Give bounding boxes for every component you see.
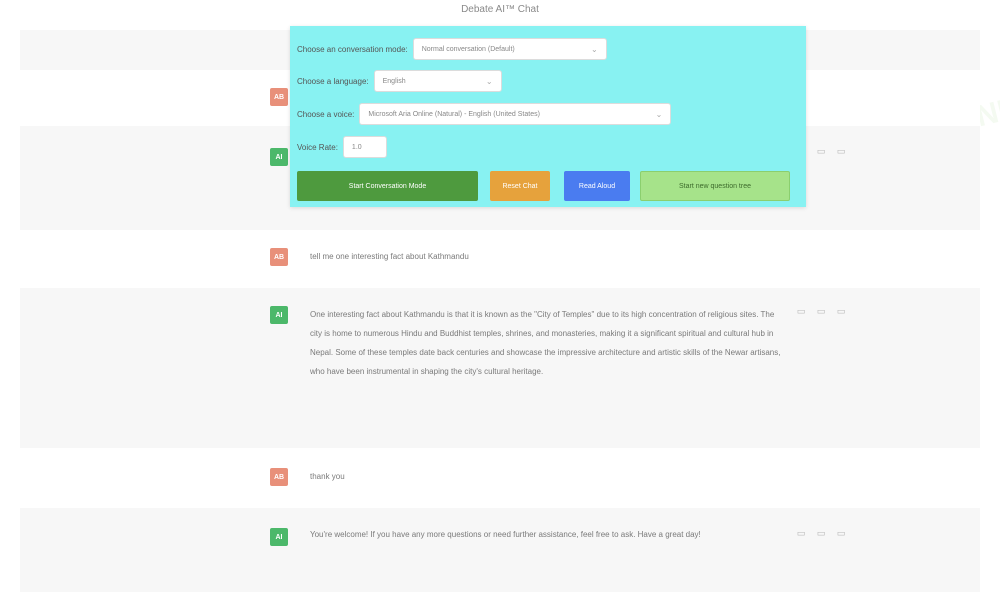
bot-avatar: AI xyxy=(270,528,288,546)
voice-rate-input[interactable]: 1.0 xyxy=(342,136,387,158)
new-question-tree-button[interactable]: Start new question tree xyxy=(640,171,790,201)
thumbs-up-icon[interactable]: ▭ xyxy=(815,306,827,317)
voice-select-value: Microsoft Aria Online (Natural) - Englis… xyxy=(368,110,540,118)
thumbs-down-icon[interactable]: ▭ xyxy=(835,146,847,157)
reset-chat-button[interactable]: Reset Chat xyxy=(490,171,550,201)
bot-avatar: AI xyxy=(270,306,288,324)
language-select-value: English xyxy=(382,77,406,85)
message-text: You're welcome! If you have any more que… xyxy=(310,530,701,539)
voice-label: Choose a voice: xyxy=(297,109,355,119)
voice-rate-row: Voice Rate: 1.0 xyxy=(297,136,387,158)
message-actions: ▭ ▭ ▭ xyxy=(795,528,847,539)
chevron-down-icon: ⌄ xyxy=(591,44,598,54)
voice-rate-label: Voice Rate: xyxy=(297,142,338,152)
user-avatar: AB xyxy=(270,468,288,486)
copy-icon[interactable]: ▭ xyxy=(795,528,807,539)
thumbs-down-icon[interactable]: ▭ xyxy=(835,528,847,539)
voice-select[interactable]: Microsoft Aria Online (Natural) - Englis… xyxy=(359,103,672,125)
language-select[interactable]: English ⌄ xyxy=(373,70,502,92)
chat-row-user: AB thank you xyxy=(20,448,980,508)
chevron-down-icon: ⌄ xyxy=(655,109,663,119)
thumbs-up-icon[interactable]: ▭ xyxy=(815,528,827,539)
message-text: One interesting fact about Kathmandu is … xyxy=(310,310,781,376)
page-title: Debate AI™ Chat xyxy=(461,4,539,15)
bot-avatar: AI xyxy=(270,148,288,166)
user-avatar: AB xyxy=(270,88,288,106)
chat-row-bot: AI You're welcome! If you have any more … xyxy=(20,508,980,592)
conversation-settings-panel: Choose an conversation mode: Normal conv… xyxy=(290,26,806,207)
language-label: Choose a language: xyxy=(297,76,369,86)
chat-row-bot: AI One interesting fact about Kathmandu … xyxy=(20,288,980,448)
thumbs-down-icon[interactable]: ▭ xyxy=(835,306,847,317)
copy-icon[interactable]: ▭ xyxy=(795,306,807,317)
mode-row: Choose an conversation mode: Normal conv… xyxy=(297,38,607,60)
message-text: tell me one interesting fact about Kathm… xyxy=(310,252,469,261)
read-aloud-button[interactable]: Read Aloud xyxy=(564,171,630,201)
chevron-down-icon: ⌄ xyxy=(485,76,493,86)
mode-select-value: Normal conversation (Default) xyxy=(421,45,515,53)
chat-row-user: AB tell me one interesting fact about Ka… xyxy=(20,230,980,288)
voice-row: Choose a voice: Microsoft Aria Online (N… xyxy=(297,103,672,125)
message-actions: ▭ ▭ ▭ xyxy=(795,306,847,317)
user-avatar: AB xyxy=(270,248,288,266)
mode-label: Choose an conversation mode: xyxy=(297,44,408,54)
language-row: Choose a language: English ⌄ xyxy=(297,70,502,92)
start-conversation-button[interactable]: Start Conversation Mode xyxy=(297,171,478,201)
mode-select[interactable]: Normal conversation (Default) ⌄ xyxy=(412,38,607,60)
thumbs-up-icon[interactable]: ▭ xyxy=(815,146,827,157)
message-text: thank you xyxy=(310,472,345,481)
message-actions: ▭ ▭ xyxy=(815,146,847,157)
